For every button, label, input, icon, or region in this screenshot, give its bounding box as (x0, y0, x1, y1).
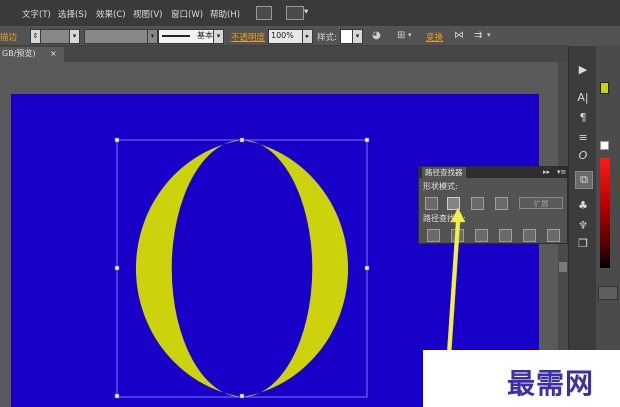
annotation-layer (446, 207, 466, 356)
watermark: 最需网 (423, 350, 620, 407)
watermark-text: 最需网 (507, 367, 595, 400)
annotation-arrow (446, 207, 466, 356)
